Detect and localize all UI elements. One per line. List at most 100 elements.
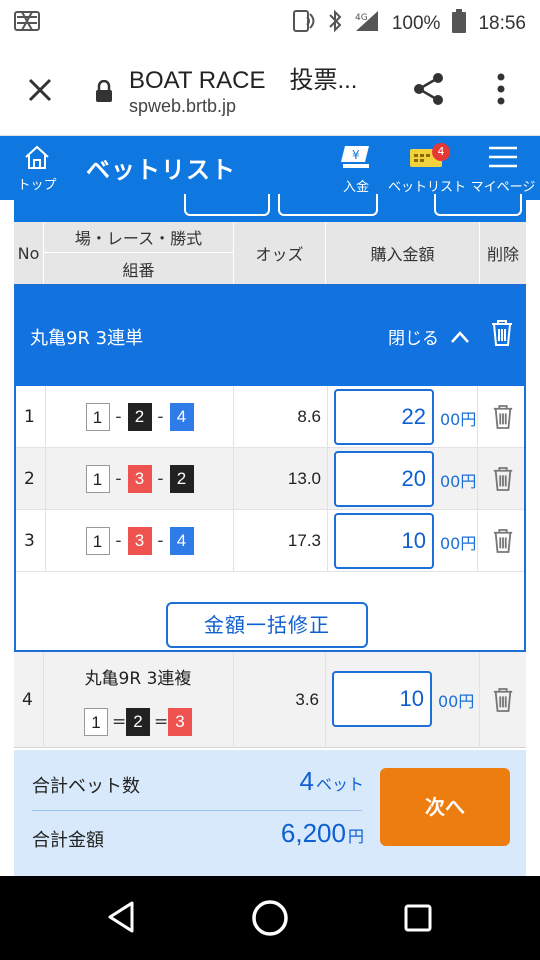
trash-icon (493, 688, 513, 712)
combo-separator: - (157, 469, 164, 489)
signal-icon: 4G (354, 10, 380, 37)
hamburger-icon (489, 146, 517, 168)
odds-value: 17.3 (234, 510, 328, 572)
boat-1: 1 (85, 465, 110, 493)
col-no: No (14, 222, 44, 284)
page-url[interactable]: spweb.brtb.jp (129, 96, 236, 117)
combo-separator: = (112, 712, 127, 732)
status-bar: 4G 100% 18:56 (0, 0, 540, 44)
amount-cell: 10 00円 (328, 510, 478, 572)
clock: 18:56 (478, 12, 526, 34)
bet-count-unit: ベット (315, 775, 364, 794)
trash-icon (493, 405, 513, 429)
betlist-button[interactable]: 4 ベットリスト (388, 143, 467, 195)
amount-input[interactable]: 22 (334, 389, 434, 445)
close-tab-button[interactable] (22, 72, 58, 108)
amount-input[interactable]: 10 (334, 513, 434, 569)
group-header[interactable]: 丸亀9R 3連単 閉じる (16, 286, 524, 386)
browser-menu-button[interactable] (488, 70, 514, 108)
row-no: 3 (16, 510, 46, 572)
home-button[interactable] (250, 898, 290, 942)
filter-button-3[interactable] (434, 194, 522, 216)
group-delete-button[interactable] (490, 319, 514, 351)
combo-separator: - (115, 407, 122, 427)
system-nav-bar (0, 876, 540, 960)
boat-1: 1 (84, 708, 108, 736)
back-button[interactable] (106, 900, 136, 938)
combo-separator: = (154, 712, 169, 732)
row-no: 1 (16, 386, 46, 448)
total-label: 合計金額 (32, 830, 104, 851)
total-number: 6,200 (280, 818, 346, 848)
home-icon (25, 145, 49, 169)
amount-unit: 00円 (440, 534, 477, 553)
bluetooth-icon (328, 9, 342, 38)
bet-row: 2 1 - 3 - 2 13.0 20 00円 (16, 448, 524, 510)
share-button[interactable] (410, 70, 448, 108)
amount-input[interactable]: 10 (332, 671, 432, 727)
trash-icon (493, 529, 513, 553)
col-amount: 購入金額 (326, 222, 480, 284)
betlist-count-badge: 4 (432, 143, 450, 161)
recents-icon (404, 904, 432, 932)
filter-button-1[interactable] (184, 194, 270, 216)
amount-input[interactable]: 20 (334, 451, 434, 507)
recents-button[interactable] (403, 903, 433, 937)
nfc-icon (290, 8, 316, 39)
amount-unit: 00円 (440, 472, 477, 491)
combo-separator: - (157, 531, 164, 551)
boat-1: 1 (85, 527, 110, 555)
screen-title: ベットリスト (86, 156, 236, 184)
mypage-button[interactable]: マイページ (470, 144, 536, 195)
group-title: 丸亀9R 3連単 (30, 328, 144, 349)
app-header: トップ ベットリスト ¥ 入金 4 ベットリスト マイページ (0, 136, 540, 200)
summary-panel: 合計ベット数 4 ベット 合計金額 6,200 円 次へ (14, 750, 526, 876)
boat-2: 2 (169, 465, 194, 493)
combination: 1 = 2 = 3 (44, 708, 232, 736)
combo-separator: - (157, 407, 164, 427)
more-vert-icon (497, 73, 505, 105)
amount-unit: 00円 (440, 410, 477, 429)
back-icon (108, 901, 134, 933)
filter-strip (14, 194, 526, 222)
amount-cell: 20 00円 (328, 448, 478, 510)
top-button[interactable]: トップ (12, 144, 62, 193)
group-close-button[interactable]: 閉じる (388, 324, 470, 349)
filter-button-2[interactable] (278, 194, 378, 216)
odds-value: 8.6 (234, 386, 328, 448)
top-label: トップ (17, 178, 57, 193)
total-unit: 円 (347, 827, 364, 846)
battery-icon (452, 9, 467, 38)
next-button[interactable]: 次へ (380, 768, 510, 846)
mypage-label: マイページ (470, 180, 536, 195)
bet-count-value: 4 ベット (300, 766, 364, 797)
row-no: 4 (14, 652, 44, 748)
deposit-label: 入金 (342, 180, 369, 195)
delete-button[interactable] (482, 448, 524, 510)
divider (32, 810, 362, 811)
bet-count-label: 合計ベット数 (32, 776, 140, 797)
amount-unit: 00円 (438, 692, 475, 711)
boat-2: 2 (126, 708, 150, 736)
deposit-button[interactable]: ¥ 入金 (336, 144, 376, 195)
delete-button[interactable] (482, 386, 524, 448)
boat-3: 3 (168, 708, 192, 736)
bulk-edit-button[interactable]: 金額一括修正 (166, 602, 368, 648)
col-race: 場・レース・勝式 組番 (44, 222, 234, 284)
svg-text:4G: 4G (355, 13, 368, 23)
odds-value: 13.0 (234, 448, 328, 510)
betlist-label: ベットリスト (388, 180, 467, 195)
bet-row: 1 1 - 2 - 4 8.6 22 00円 (16, 386, 524, 448)
delete-button[interactable] (480, 652, 526, 748)
combo-separator: - (115, 531, 122, 551)
amount-cell: 22 00円 (328, 386, 478, 448)
combination: 1 - 3 - 4 (46, 510, 234, 572)
page-title: BOAT RACE 投票... (129, 67, 358, 94)
total-value: 6,200 円 (281, 818, 364, 849)
boat-4: 4 (169, 527, 194, 555)
col-combination: 組番 (122, 260, 155, 280)
home-circle-icon (252, 900, 288, 936)
bet-list-content: No 場・レース・勝式 組番 オッズ 購入金額 削除 丸亀9R 3連単 閉じる … (14, 194, 526, 876)
browser-toolbar: BOAT RACE 投票... spweb.brtb.jp (0, 44, 540, 136)
delete-button[interactable] (482, 510, 524, 572)
